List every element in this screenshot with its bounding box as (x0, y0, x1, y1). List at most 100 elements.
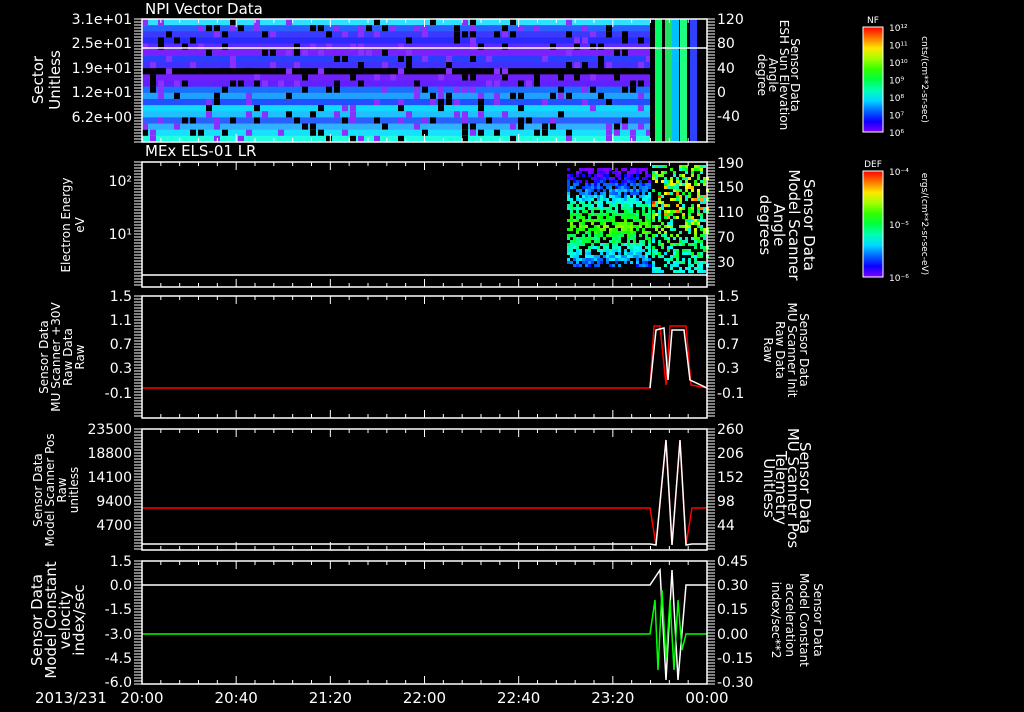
y-axis-label-right: Raw (761, 337, 775, 362)
y-axis-label-right: acceleration (783, 583, 797, 657)
colorbar-title: DEF (864, 160, 882, 170)
y-tick-label-right: 0.15 (717, 602, 748, 618)
trace (142, 439, 707, 546)
y-tick-label-right: -0.15 (717, 651, 753, 667)
y-tick-label-left: 3.1e+01 (72, 12, 132, 28)
y-tick-label-left: 23500 (87, 422, 132, 438)
y-tick-label-right: 1.5 (717, 289, 739, 305)
trace-lines (142, 325, 708, 681)
x-tick-label: 22:40 (497, 689, 540, 707)
panel2-title: MEx ELS-01 LR (145, 142, 256, 160)
y-tick-label-right: 0 (717, 85, 726, 101)
spectrogram-band (142, 37, 650, 45)
figure: NPI Vector Data MEx ELS-01 LR 3.1e+01 2.5… (28, 0, 929, 707)
spectrogram-column (665, 19, 672, 142)
colorbar-tick-label: 10⁸ (889, 94, 904, 104)
y-tick-label-right: 206 (717, 446, 744, 462)
spectrogram-band (142, 105, 650, 112)
y-tick-label-right: 0.3 (717, 361, 739, 377)
spectrogram-band (142, 86, 650, 94)
y-tick-label-right: 0.7 (717, 337, 739, 353)
y-tick-label-right: 0.45 (717, 554, 748, 570)
y-tick-label-right: 98 (717, 494, 735, 510)
panel1-title: NPI Vector Data (145, 0, 263, 18)
y-tick-label-left: 10¹ (109, 227, 132, 243)
y-axis-label-left: Electron Energy (59, 177, 73, 272)
y-tick-label-right: 44 (717, 518, 735, 534)
y-tick-label-right: 0.30 (717, 578, 748, 594)
y-tick-label-right: 40 (717, 61, 735, 77)
y-tick-label-left: -3.0 (105, 627, 132, 643)
x-tick-label: 22:00 (403, 689, 446, 707)
spectrogram-column (680, 19, 687, 142)
x-tick-labels: 20:00 20:40 21:20 22:00 22:40 23:20 00:00 (120, 689, 728, 707)
y-tick-label-right: 110 (717, 205, 744, 221)
panel-frame (141, 428, 708, 551)
spectrogram-band (142, 62, 650, 69)
y-axis-label-left: index/sec (70, 584, 88, 655)
y-tick-label-left: 6.2e+00 (72, 110, 132, 126)
y-tick-label-right: 70 (717, 230, 735, 246)
trace (142, 589, 707, 671)
y-axis-label-left: unitless (67, 467, 81, 513)
trace (142, 567, 707, 681)
colorbars (862, 26, 884, 278)
colorbar-tick-label: 10⁻⁵ (889, 221, 909, 231)
npi-spectrogram (142, 19, 707, 143)
colorbar-tick-label: 10⁶ (889, 129, 904, 139)
y-axis-label-right: index/sec**2 (769, 582, 783, 659)
colorbar-tick-label: 10¹² (889, 24, 908, 34)
y-tick-label-left: 18800 (87, 446, 132, 462)
x-tick-label: 21:20 (309, 689, 352, 707)
y-tick-label-left: 1.5 (110, 289, 132, 305)
spectrogram-band (142, 43, 650, 51)
spectrogram-column (690, 19, 697, 142)
colorbar-tick-label: 10⁷ (889, 112, 904, 122)
spectrogram-band (142, 129, 650, 137)
y-tick-label-left: 0.3 (110, 361, 132, 377)
y-tick-label-right: -40 (717, 109, 740, 125)
colorbar-tick-label: 10⁻⁶ (889, 274, 909, 284)
y-axis-label-right: Sensor Data (811, 583, 825, 657)
trace (649, 327, 708, 389)
colorbar-title: NF (867, 16, 879, 26)
colorbar-units: ergs/(cm**2-sr-sec-eV) (919, 173, 929, 275)
panel-frame (141, 295, 708, 419)
y-tick-label-right: 1.1 (717, 313, 739, 329)
colorbar-tick-label: 10⁻⁴ (889, 168, 909, 178)
y-tick-label-right: 80 (717, 36, 735, 52)
y-tick-label-left: 4700 (96, 518, 132, 534)
spectrogram-band (142, 80, 650, 88)
x-tick-label: 00:00 (685, 689, 728, 707)
y-tick-label-left: 1.1 (110, 313, 132, 329)
y-tick-label-left: 0.7 (110, 337, 132, 353)
y-tick-label-left: 1.9e+01 (72, 61, 132, 77)
y-axis-label-left: Raw (73, 344, 87, 369)
spectrogram-column (672, 19, 679, 142)
colorbar-units: cnts/(cm**2-sr-sec) (919, 36, 929, 123)
x-tick-label: 20:40 (215, 689, 258, 707)
y-tick-label-left: -0.1 (105, 386, 132, 402)
colorbar-tick-label: 10¹⁰ (889, 59, 908, 69)
y-axis-label-left: eV (73, 216, 87, 232)
y-tick-label-left: 10² (109, 174, 132, 190)
y-tick-label-left: 14100 (87, 470, 132, 486)
y-axis-label-left: Unitless (46, 50, 64, 110)
y-axis-label-right: degree (755, 54, 769, 96)
date-label: 2013/231 (35, 689, 107, 707)
els-spectrogram (142, 165, 709, 276)
y-tick-label-right: 190 (717, 156, 744, 172)
y-tick-label-right: 30 (717, 255, 735, 271)
colorbar-tick-label: 10¹¹ (889, 42, 908, 52)
spectrogram-column (655, 19, 662, 142)
spectrogram-band (142, 111, 650, 118)
colorbar-tick-label: 10⁹ (889, 77, 904, 87)
spectrogram-band (142, 19, 650, 26)
y-tick-label-left: 0.0 (110, 578, 132, 594)
y-tick-label-left: -1.5 (105, 602, 132, 618)
y-tick-label-left: 9400 (96, 494, 132, 510)
spectrogram-band (142, 49, 650, 57)
y-tick-label-right: 152 (717, 470, 744, 486)
y-tick-label-right: 0.00 (717, 627, 748, 643)
y-axis-label-left: Sector (29, 55, 47, 104)
